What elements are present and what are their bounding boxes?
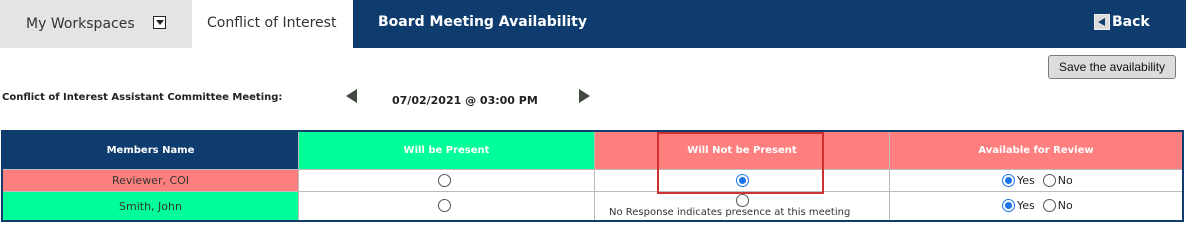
will-be-present-cell xyxy=(299,170,595,192)
will-not-be-present-radio[interactable] xyxy=(736,194,749,207)
header-members-name: Members Name xyxy=(3,132,299,170)
no-response-note: No Response indicates presence at this m… xyxy=(609,207,851,218)
review-no-label: No xyxy=(1057,174,1073,187)
review-yes-radio[interactable] xyxy=(1002,199,1015,212)
availability-table: Members Name Will be Present Will Not be… xyxy=(1,130,1184,222)
page-title: Board Meeting Availability xyxy=(378,14,588,30)
review-no-label: No xyxy=(1057,199,1073,212)
table-row: Reviewer, COI Yes No xyxy=(3,170,1182,192)
table-header-row: Members Name Will be Present Will Not be… xyxy=(3,132,1182,170)
tab-conflict-of-interest[interactable]: Conflict of Interest xyxy=(192,0,353,48)
available-for-review-cell: Yes No xyxy=(890,192,1182,220)
header-available-for-review: Available for Review xyxy=(890,132,1182,170)
review-options: Yes No xyxy=(1002,174,1081,187)
back-arrow-icon xyxy=(1094,14,1110,30)
member-name: Reviewer, COI xyxy=(3,170,299,192)
review-yes-label: Yes xyxy=(1017,174,1035,187)
dropdown-arrow-icon[interactable] xyxy=(153,16,166,29)
will-not-be-present-cell: No Response indicates presence at this m… xyxy=(595,192,890,220)
table-row: Smith, John No Response indicates presen… xyxy=(3,192,1182,220)
highlight-annotation-box xyxy=(657,132,824,194)
previous-meeting-arrow-icon[interactable] xyxy=(346,89,357,103)
my-workspaces-menu[interactable]: My Workspaces xyxy=(0,0,192,48)
save-availability-button[interactable]: Save the availability xyxy=(1048,55,1176,79)
will-be-present-radio[interactable] xyxy=(438,199,451,212)
review-options: Yes No xyxy=(1002,199,1081,212)
tab-conflict-of-interest-label: Conflict of Interest xyxy=(207,15,337,31)
will-be-present-cell xyxy=(299,192,595,220)
top-nav-bar: My Workspaces Conflict of Interest Board… xyxy=(0,0,1186,48)
meeting-label: Conflict of Interest Assistant Committee… xyxy=(2,92,283,103)
member-name: Smith, John xyxy=(3,192,299,220)
will-be-present-radio[interactable] xyxy=(438,174,451,187)
my-workspaces-label: My Workspaces xyxy=(26,16,135,32)
back-label: Back xyxy=(1112,14,1150,30)
meeting-datetime: 07/02/2021 @ 03:00 PM xyxy=(392,94,538,107)
header-will-be-present: Will be Present xyxy=(299,132,595,170)
review-yes-radio[interactable] xyxy=(1002,174,1015,187)
available-for-review-cell: Yes No xyxy=(890,170,1182,192)
back-button[interactable]: Back xyxy=(1094,14,1150,30)
review-no-radio[interactable] xyxy=(1042,174,1056,187)
review-yes-label: Yes xyxy=(1017,199,1035,212)
review-no-radio[interactable] xyxy=(1042,199,1056,212)
next-meeting-arrow-icon[interactable] xyxy=(579,89,590,103)
